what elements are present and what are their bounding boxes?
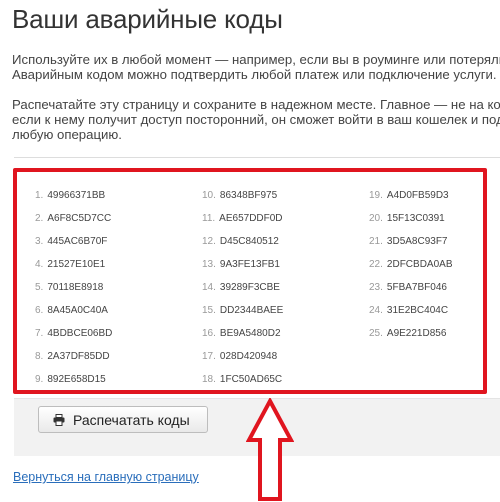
back-to-home-link[interactable]: Вернуться на главную страницу <box>13 470 199 484</box>
print-codes-button[interactable]: Распечатать коды <box>38 406 208 433</box>
print-codes-label: Распечатать коды <box>73 411 190 428</box>
warning-line: если к нему получит доступ посторонний, … <box>12 112 500 127</box>
intro-text: Используйте их в любой момент — например… <box>12 52 500 82</box>
printer-icon <box>53 413 65 426</box>
warning-line: Распечатайте эту страницу и сохраните в … <box>12 97 500 112</box>
highlight-frame <box>13 168 487 394</box>
warning-text: Распечатайте эту страницу и сохраните в … <box>12 97 500 142</box>
intro-line: Используйте их в любой момент — например… <box>12 52 500 67</box>
up-arrow-annotation <box>246 398 294 501</box>
warning-line: любую операцию. <box>12 127 122 142</box>
page-title: Ваши аварийные коды <box>12 4 283 34</box>
intro-line: Аварийным кодом можно подтвердить любой … <box>12 67 497 82</box>
